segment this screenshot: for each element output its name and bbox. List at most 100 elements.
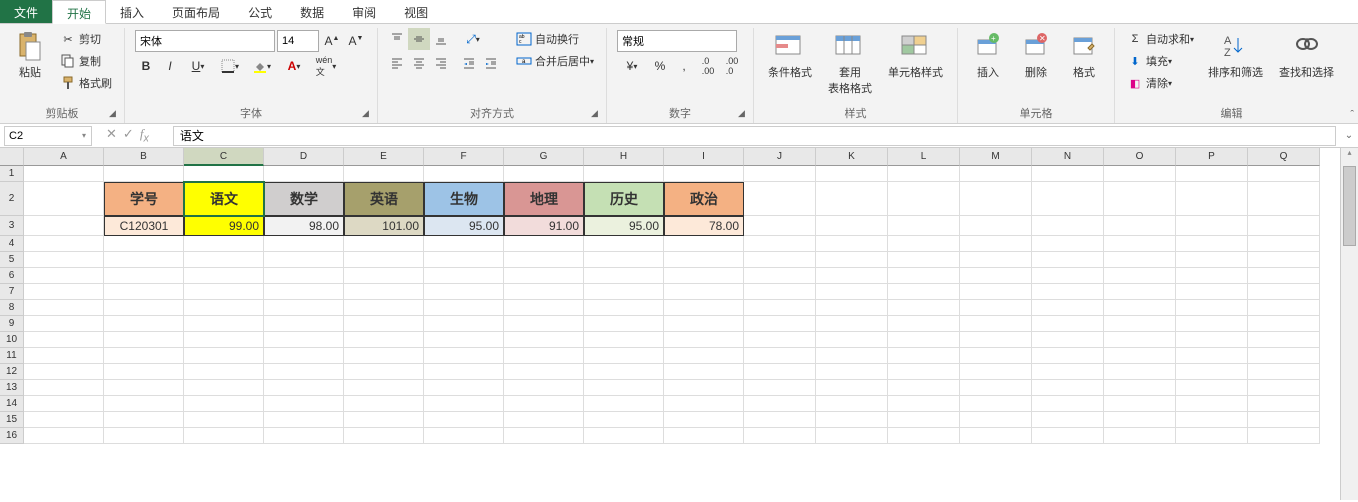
col-header-I[interactable]: I (664, 148, 744, 166)
cell-D5[interactable] (264, 252, 344, 268)
cell-I11[interactable] (664, 348, 744, 364)
cell-P3[interactable] (1176, 216, 1248, 236)
align-right-button[interactable] (430, 52, 452, 74)
cell-P5[interactable] (1176, 252, 1248, 268)
cell-B16[interactable] (104, 428, 184, 444)
cell-O6[interactable] (1104, 268, 1176, 284)
cell-G15[interactable] (504, 412, 584, 428)
cell-A9[interactable] (24, 316, 104, 332)
col-header-F[interactable]: F (424, 148, 504, 166)
scrollbar-thumb[interactable] (1343, 166, 1356, 246)
tab-review[interactable]: 审阅 (338, 0, 390, 23)
cell-C9[interactable] (184, 316, 264, 332)
cell-I5[interactable] (664, 252, 744, 268)
cell-P11[interactable] (1176, 348, 1248, 364)
cell-I10[interactable] (664, 332, 744, 348)
align-center-button[interactable] (408, 52, 430, 74)
font-name-select[interactable] (135, 30, 275, 52)
cell-I15[interactable] (664, 412, 744, 428)
cell-C10[interactable] (184, 332, 264, 348)
tab-file[interactable]: 文件 (0, 0, 52, 23)
row-header-8[interactable]: 8 (0, 300, 24, 316)
cell-H5[interactable] (584, 252, 664, 268)
underline-button[interactable]: U ▾ (183, 55, 213, 77)
cell-K7[interactable] (816, 284, 888, 300)
cell-H16[interactable] (584, 428, 664, 444)
cell-K14[interactable] (816, 396, 888, 412)
cell-F6[interactable] (424, 268, 504, 284)
cell-O10[interactable] (1104, 332, 1176, 348)
col-header-N[interactable]: N (1032, 148, 1104, 166)
cell-K3[interactable] (816, 216, 888, 236)
cell-P10[interactable] (1176, 332, 1248, 348)
tab-view[interactable]: 视图 (390, 0, 442, 23)
cell-N6[interactable] (1032, 268, 1104, 284)
name-box[interactable] (4, 126, 92, 146)
cell-P9[interactable] (1176, 316, 1248, 332)
cell-I8[interactable] (664, 300, 744, 316)
cell-P15[interactable] (1176, 412, 1248, 428)
cell-P12[interactable] (1176, 364, 1248, 380)
cell-M4[interactable] (960, 236, 1032, 252)
cell-D1[interactable] (264, 166, 344, 182)
autosum-button[interactable]: Σ自动求和 ▾ (1123, 28, 1198, 50)
cell-G12[interactable] (504, 364, 584, 380)
cell-P7[interactable] (1176, 284, 1248, 300)
formula-bar[interactable] (173, 126, 1336, 146)
cell-F9[interactable] (424, 316, 504, 332)
cell-D16[interactable] (264, 428, 344, 444)
col-header-L[interactable]: L (888, 148, 960, 166)
cell-L4[interactable] (888, 236, 960, 252)
cell-H2[interactable]: 历史 (584, 182, 664, 216)
cell-P1[interactable] (1176, 166, 1248, 182)
cell-Q6[interactable] (1248, 268, 1320, 284)
col-header-G[interactable]: G (504, 148, 584, 166)
cell-F7[interactable] (424, 284, 504, 300)
cell-O3[interactable] (1104, 216, 1176, 236)
cell-B3[interactable]: C120301 (104, 216, 184, 236)
delete-cells-button[interactable]: ✕删除 (1014, 28, 1058, 82)
cell-E13[interactable] (344, 380, 424, 396)
cell-I7[interactable] (664, 284, 744, 300)
cell-Q5[interactable] (1248, 252, 1320, 268)
cell-G14[interactable] (504, 396, 584, 412)
cell-N12[interactable] (1032, 364, 1104, 380)
cell-B10[interactable] (104, 332, 184, 348)
cell-E4[interactable] (344, 236, 424, 252)
row-header-16[interactable]: 16 (0, 428, 24, 444)
col-header-A[interactable]: A (24, 148, 104, 166)
cancel-formula-button[interactable]: ✕ (106, 126, 117, 145)
cell-O8[interactable] (1104, 300, 1176, 316)
cell-J14[interactable] (744, 396, 816, 412)
cell-N10[interactable] (1032, 332, 1104, 348)
cell-C12[interactable] (184, 364, 264, 380)
cell-O11[interactable] (1104, 348, 1176, 364)
cell-F2[interactable]: 生物 (424, 182, 504, 216)
cell-N14[interactable] (1032, 396, 1104, 412)
cell-D13[interactable] (264, 380, 344, 396)
cell-M5[interactable] (960, 252, 1032, 268)
cell-M11[interactable] (960, 348, 1032, 364)
cell-I16[interactable] (664, 428, 744, 444)
col-header-M[interactable]: M (960, 148, 1032, 166)
cell-K2[interactable] (816, 182, 888, 216)
cell-N1[interactable] (1032, 166, 1104, 182)
italic-button[interactable]: I (159, 55, 181, 77)
cell-E12[interactable] (344, 364, 424, 380)
cell-L6[interactable] (888, 268, 960, 284)
cell-O9[interactable] (1104, 316, 1176, 332)
col-header-E[interactable]: E (344, 148, 424, 166)
tab-insert[interactable]: 插入 (106, 0, 158, 23)
cell-C6[interactable] (184, 268, 264, 284)
cell-G5[interactable] (504, 252, 584, 268)
cell-F3[interactable]: 95.00 (424, 216, 504, 236)
cell-D11[interactable] (264, 348, 344, 364)
cell-H1[interactable] (584, 166, 664, 182)
cell-C3[interactable]: 99.00 (184, 216, 264, 236)
cell-M13[interactable] (960, 380, 1032, 396)
cell-M2[interactable] (960, 182, 1032, 216)
cell-H3[interactable]: 95.00 (584, 216, 664, 236)
cell-F1[interactable] (424, 166, 504, 182)
cell-G16[interactable] (504, 428, 584, 444)
cell-F5[interactable] (424, 252, 504, 268)
